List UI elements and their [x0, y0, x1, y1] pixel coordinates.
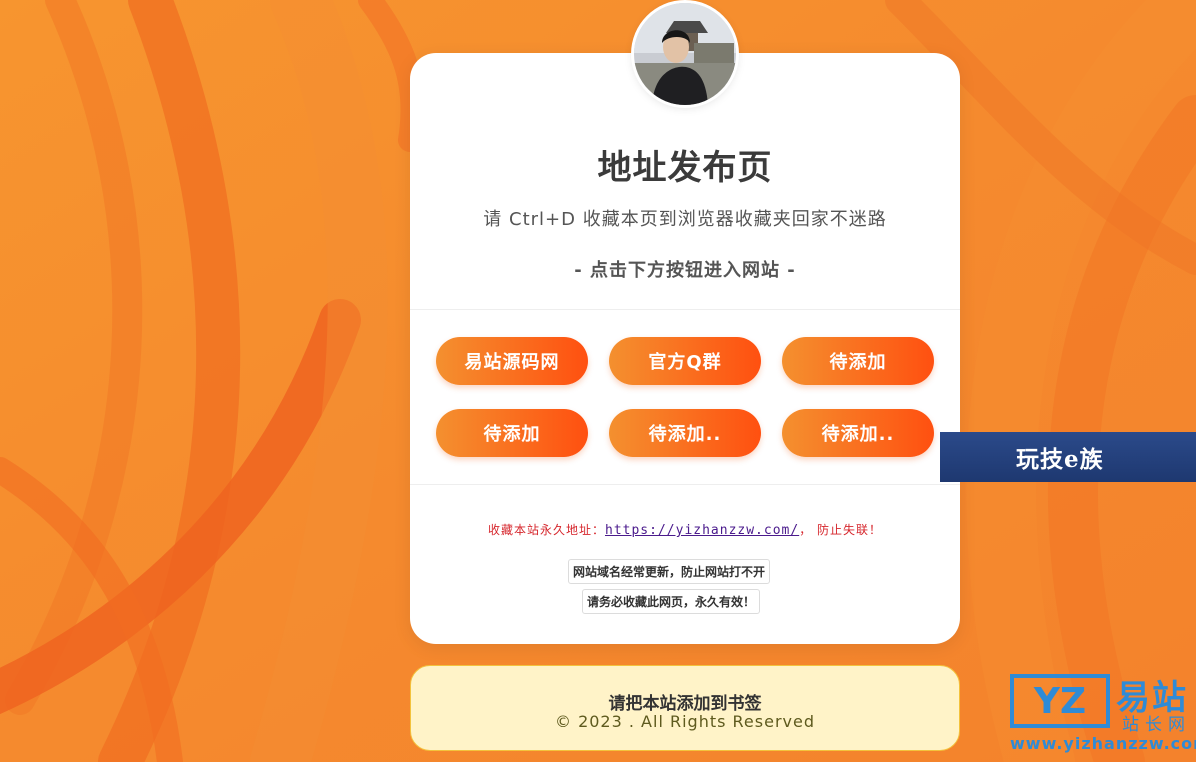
- link-button-pending-2[interactable]: 待添加: [436, 409, 588, 457]
- notice-bookmark: 请务必收藏此网页，永久有效！: [582, 589, 761, 614]
- permanent-address-suffix: ， 防止失联！: [799, 523, 883, 537]
- watermark-url: www.yizhanzzw.com: [1010, 734, 1196, 753]
- avatar: [634, 3, 736, 105]
- footer-box: 请把本站添加到书签 © 2023 . All Rights Reserved: [410, 665, 960, 751]
- watermark-tagline: 站长网: [1122, 715, 1191, 735]
- watermark-logo: YZ 易站 站长网 www.yizhanzzw.com: [1006, 670, 1196, 762]
- divider-bottom: [410, 484, 960, 485]
- footer-title: 请把本站添加到书签: [608, 694, 762, 714]
- avatar-image: [634, 3, 736, 105]
- link-button-pending-1[interactable]: 待添加: [782, 337, 934, 385]
- side-badge[interactable]: 玩技e族: [940, 432, 1196, 482]
- link-button-qq-group[interactable]: 官方Q群: [609, 337, 761, 385]
- button-hint: - 点击下方按钮进入网站 -: [574, 260, 796, 281]
- page-subtitle: 请 Ctrl+D 收藏本页到浏览器收藏夹回家不迷路: [483, 209, 887, 230]
- divider-top: [410, 309, 960, 310]
- side-badge-label: 玩技e族: [1016, 446, 1104, 473]
- notice-domain-update: 网站域名经常更新，防止网站打不开: [568, 559, 771, 584]
- permanent-address-prefix: 收藏本站永久地址：: [487, 523, 605, 537]
- permanent-address-link[interactable]: https://yizhanzzw.com/: [605, 523, 799, 538]
- footer-copyright: © 2023 . All Rights Reserved: [554, 712, 815, 731]
- link-button-yizhan[interactable]: 易站源码网: [436, 337, 588, 385]
- watermark-yz-logo: YZ: [1010, 674, 1110, 728]
- page-title: 地址发布页: [597, 148, 773, 188]
- link-button-pending-4[interactable]: 待添加..: [782, 409, 934, 457]
- permanent-address: 收藏本站永久地址：https://yizhanzzw.com/， 防止失联！: [410, 521, 960, 538]
- link-button-pending-3[interactable]: 待添加..: [609, 409, 761, 457]
